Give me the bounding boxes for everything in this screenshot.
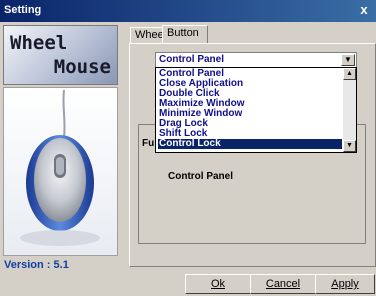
function-select-value: Control Panel [159, 54, 225, 65]
cancel-button-label: Cancel [265, 278, 301, 290]
function-value: Control Panel [168, 171, 234, 182]
dropdown-scrollbar[interactable]: ▲ ▼ [343, 68, 356, 152]
apply-button[interactable]: Apply [315, 274, 375, 294]
cancel-button[interactable]: Cancel [250, 274, 316, 294]
version-label: Version : 5.1 [4, 259, 69, 271]
close-icon[interactable]: x [356, 3, 372, 17]
ok-button[interactable]: Ok [185, 274, 251, 294]
function-dropdown-list[interactable]: Control Panel Close Application Double C… [155, 67, 357, 153]
function-label: Fu [142, 138, 155, 149]
dropdown-item-selected[interactable]: Control Lock [158, 139, 342, 149]
scroll-up-icon[interactable]: ▲ [343, 68, 356, 80]
function-select[interactable]: Control Panel ▼ [155, 52, 357, 68]
wheel-mouse-logo: Wheel Mouse [3, 25, 118, 85]
window-title: Setting [4, 4, 42, 16]
scroll-down-icon[interactable]: ▼ [343, 140, 356, 152]
logo-line-1: Wheel [10, 32, 68, 54]
tab-button[interactable]: Button [162, 25, 208, 43]
mouse-icon [20, 89, 100, 246]
mouse-image-panel [3, 87, 118, 256]
chevron-down-icon[interactable]: ▼ [341, 54, 355, 66]
window-body: Wheel Mouse Version: 5.1 Wheel Button F… [0, 22, 376, 296]
ok-button-label: Ok [210, 278, 226, 290]
title-bar: Setting x [0, 0, 376, 22]
logo-line-2: Mouse [53, 56, 111, 78]
apply-button-label: Apply [331, 278, 359, 290]
